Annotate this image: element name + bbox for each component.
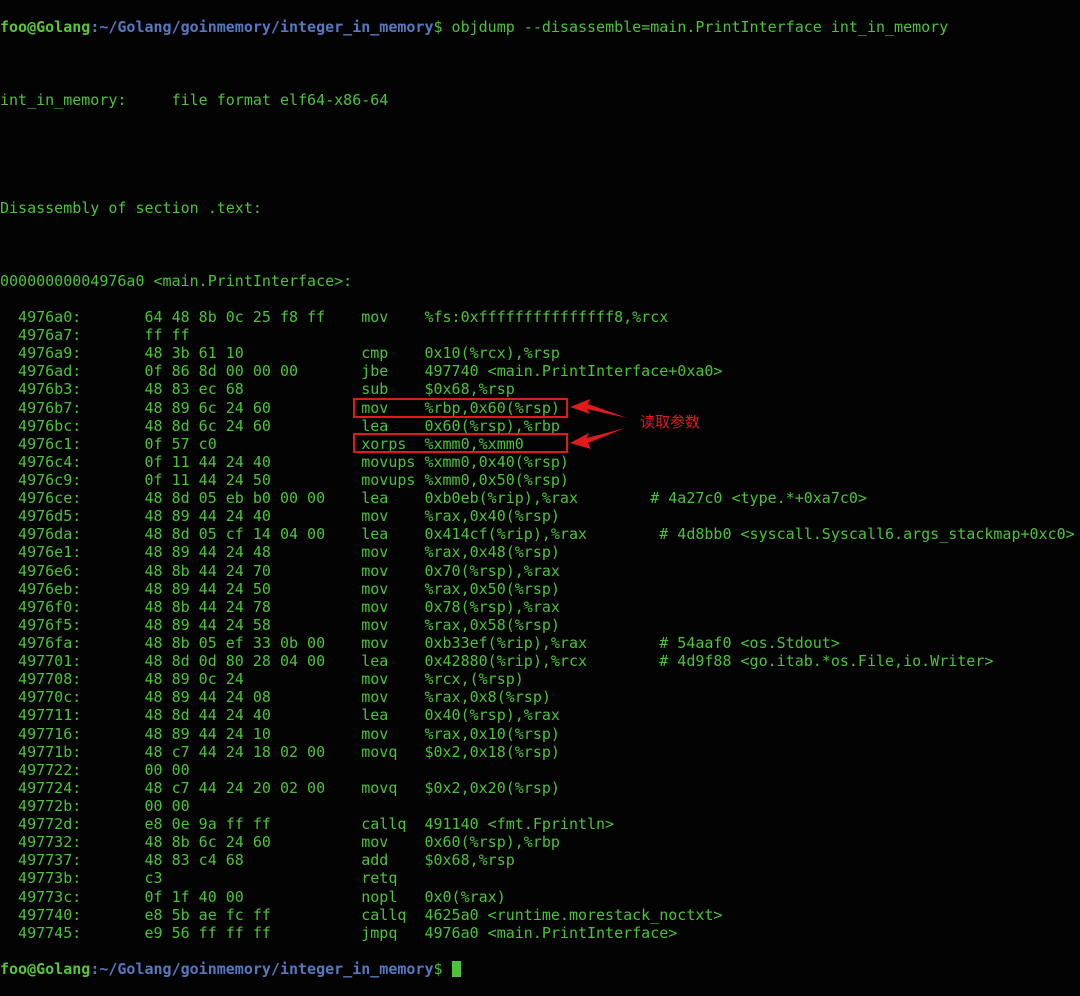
disassembly-row: 49773b: c3 retq — [0, 869, 425, 888]
prompt-symbol: $ — [433, 959, 452, 978]
disassembly-row: 49772b: 00 00 — [0, 796, 190, 815]
annotation-label: 读取参数 — [640, 413, 701, 431]
disassembly-row: 497745: e9 56 ff ff ff jmpq 4976a0 <main… — [0, 923, 678, 942]
arrow-icon — [570, 399, 627, 418]
disassembly-row: 497740: e8 5b ae fc ff callq 4625a0 <run… — [0, 905, 723, 924]
prompt-path: :~/Golang/goinmemory/integer_in_memory — [90, 959, 434, 978]
prompt-user-host: foo@Golang — [0, 959, 91, 978]
disassembly-row: 497732: 48 8b 6c 24 60 mov 0x60(%rsp),%r… — [0, 833, 560, 852]
arrow-icon — [570, 428, 625, 449]
terminal-cursor — [451, 960, 461, 977]
disassembly-row: 497737: 48 83 c4 68 add $0x68,%rsp — [0, 851, 515, 870]
disassembly-row: 49772d: e8 0e 9a ff ff callq 491140 <fmt… — [0, 815, 615, 834]
disassembly-row: 49773c: 0f 1f 40 00 nopl 0x0(%rax) — [0, 887, 506, 906]
prompt-line-current[interactable]: foo@Golang:~/Golang/goinmemory/integer_i… — [0, 960, 1075, 978]
annotation-arrows — [570, 399, 627, 449]
